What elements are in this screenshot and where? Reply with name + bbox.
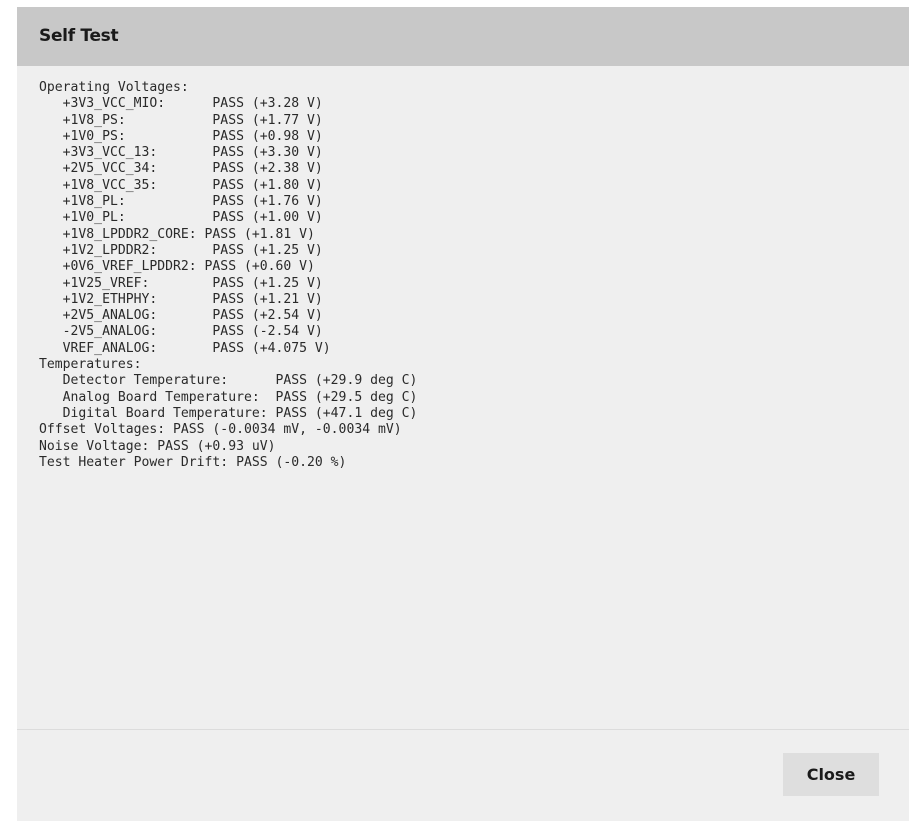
dialog-title: Self Test (39, 26, 119, 46)
self-test-dialog: Self Test Operating Voltages: +3V3_VCC_M… (17, 7, 909, 821)
self-test-report: Operating Voltages: +3V3_VCC_MIO: PASS (… (39, 80, 418, 470)
footer-divider (17, 729, 909, 730)
dialog-titlebar: Self Test (17, 7, 909, 66)
close-button[interactable]: Close (783, 753, 879, 796)
